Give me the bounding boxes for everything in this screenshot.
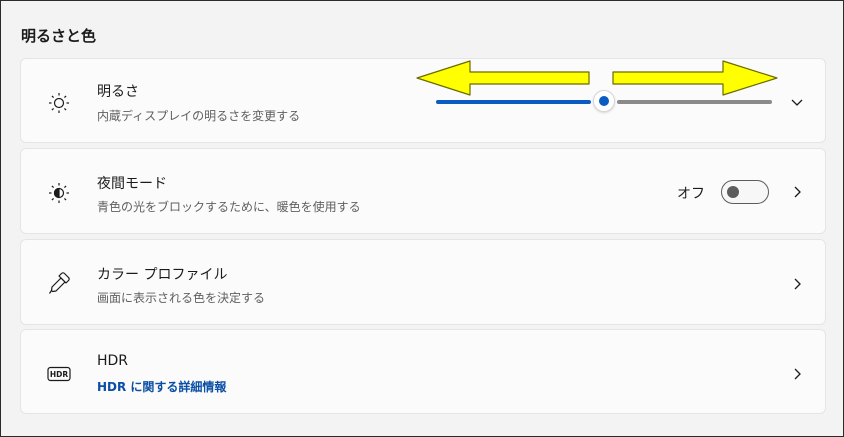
brightness-sun-icon — [47, 91, 71, 115]
arrow-left-icon — [416, 60, 590, 96]
toggle-knob — [727, 186, 739, 198]
chevron-right-icon[interactable] — [789, 366, 805, 382]
eyedropper-icon — [47, 272, 71, 296]
brightness-title: 明るさ — [97, 84, 139, 100]
night-light-toggle[interactable] — [721, 180, 769, 204]
hdr-info-link[interactable]: HDR に関する詳細情報 — [97, 378, 226, 395]
svg-text:HDR: HDR — [50, 370, 69, 379]
color-profile-description: 画面に表示される色を決定する — [97, 291, 266, 305]
night-light-title: 夜間モード — [97, 176, 167, 192]
hdr-card[interactable]: HDR HDR HDR に関する詳細情報 — [20, 329, 826, 414]
hdr-title: HDR — [97, 353, 129, 369]
arrow-right-icon — [612, 60, 778, 96]
hdr-icon: HDR — [47, 362, 71, 386]
night-light-toggle-label: オフ — [677, 186, 705, 202]
chevron-right-icon[interactable] — [789, 184, 805, 200]
night-light-description: 青色の光をブロックするために、暖色を使用する — [97, 200, 361, 214]
chevron-right-icon[interactable] — [789, 276, 805, 292]
chevron-down-icon[interactable] — [789, 94, 805, 110]
color-profile-title: カラー プロファイル — [97, 267, 228, 283]
slider-filled-track — [436, 100, 591, 104]
night-light-card[interactable]: 夜間モード 青色の光をブロックするために、暖色を使用する オフ — [20, 148, 826, 234]
slider-remaining-track — [617, 100, 772, 104]
brightness-description: 内蔵ディスプレイの明るさを変更する — [97, 109, 301, 123]
night-light-icon — [47, 181, 71, 205]
color-profile-card[interactable]: カラー プロファイル 画面に表示される色を決定する — [20, 239, 826, 325]
section-title: 明るさと色 — [21, 27, 97, 45]
